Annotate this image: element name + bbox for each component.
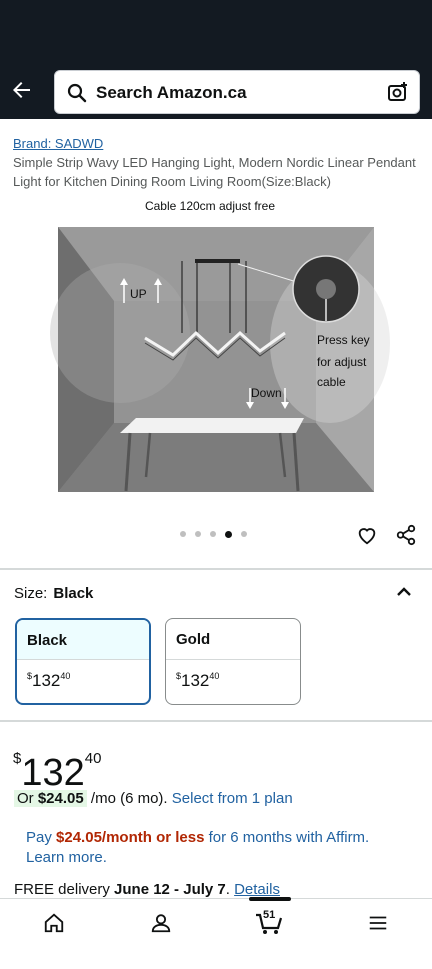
carousel-dot-active[interactable]	[225, 531, 232, 538]
size-selected-value: Black	[53, 585, 94, 602]
image-label-press-key: Press key	[317, 333, 370, 347]
size-option-black[interactable]: Black $13240	[15, 618, 151, 705]
carousel-dot[interactable]	[195, 531, 201, 537]
size-option-gold[interactable]: Gold $13240	[165, 618, 301, 705]
product-title: Simple Strip Wavy LED Hanging Light, Mod…	[13, 155, 416, 189]
affirm-offer[interactable]: Pay $24.05/month or less for 6 months wi…	[26, 828, 416, 868]
search-input[interactable]: Search Amazon.ca	[54, 70, 420, 114]
search-placeholder: Search Amazon.ca	[96, 83, 247, 102]
menu-icon[interactable]	[367, 912, 389, 939]
carousel-dot[interactable]	[210, 531, 216, 537]
size-option-name: Black	[17, 620, 149, 660]
image-label-up: UP	[130, 287, 147, 301]
learn-more-link[interactable]: Learn more.	[26, 849, 107, 866]
gesture-bar	[0, 948, 432, 969]
image-carousel-dots[interactable]	[180, 531, 247, 538]
heart-icon[interactable]	[356, 524, 378, 551]
delivery-info: FREE delivery June 12 - July 7. Details	[14, 881, 280, 898]
account-icon[interactable]	[150, 912, 172, 939]
image-label-for-adjust: for adjust	[317, 355, 367, 369]
image-label-cable: cable	[317, 375, 346, 389]
brand-link[interactable]: Brand: SADWD	[13, 136, 103, 151]
carousel-dot[interactable]	[180, 531, 186, 537]
bottom-nav: 51	[0, 897, 432, 948]
size-label: Size:	[14, 585, 48, 602]
image-label-down: Down	[251, 386, 282, 400]
active-tab-indicator	[249, 897, 291, 901]
camera-search-icon[interactable]	[387, 81, 409, 108]
size-option-name: Gold	[166, 619, 300, 660]
installment-highlight: Or $24.05	[14, 790, 87, 807]
home-icon[interactable]	[43, 912, 65, 939]
product-image[interactable]: Cable 120cm adjust free Press key for ad…	[0, 193, 432, 503]
installment-offer: Or $24.05 /mo (6 mo). Select from 1 plan	[14, 790, 293, 807]
chevron-up-icon[interactable]	[396, 584, 412, 602]
size-option-price: $13240	[176, 671, 220, 690]
size-selector-header[interactable]: Size: Black	[14, 585, 93, 602]
divider	[0, 720, 432, 722]
image-caption: Cable 120cm adjust free	[145, 199, 275, 213]
details-link[interactable]: Details	[234, 881, 280, 898]
share-icon[interactable]	[395, 524, 417, 551]
search-icon	[67, 83, 87, 108]
select-plan-link[interactable]: Select from 1 plan	[172, 790, 293, 807]
status-bar	[0, 0, 432, 68]
search-header: Search Amazon.ca	[0, 68, 432, 119]
cart-count: 51	[263, 909, 276, 921]
product-price: $13240	[13, 750, 102, 794]
divider	[0, 568, 432, 570]
back-arrow-icon[interactable]	[10, 78, 34, 102]
size-option-price: $13240	[27, 671, 71, 690]
carousel-dot[interactable]	[241, 531, 247, 537]
